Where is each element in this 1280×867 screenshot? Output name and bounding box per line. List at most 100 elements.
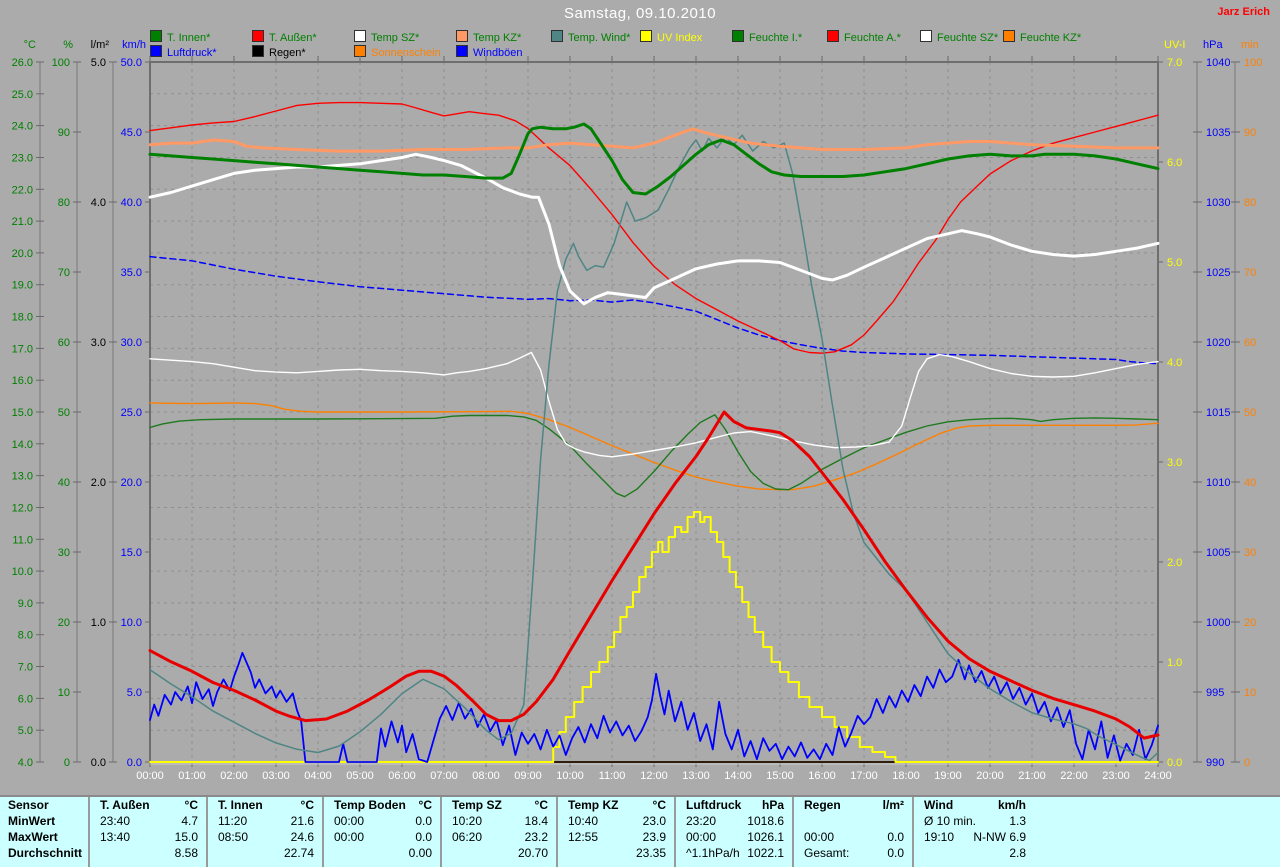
table-row-label: MaxWert: [8, 830, 58, 844]
sensor-unit: km/h: [997, 798, 1026, 812]
table-column-header: Temp Boden °C: [324, 797, 440, 813]
stat-time: 19:10: [924, 830, 955, 844]
table-row-labels: Sensor MinWert MaxWert Durchschnitt: [0, 797, 88, 867]
axis-tick-label: 6.0: [18, 693, 33, 705]
axis-uv: 7.0 6.0 5.0 4.0 3.0 2.0 1.0 0.0 UV-I: [1158, 39, 1185, 769]
stat-value: 23.35: [635, 846, 666, 860]
sensor-unit: l/m²: [882, 798, 904, 812]
axis-header: %: [63, 39, 73, 51]
axis-tick-label: 11.0: [12, 534, 33, 546]
stat-time: 06:20: [452, 830, 483, 844]
table-row: 00:00 0.0: [324, 829, 440, 845]
table-column-header: Temp KZ °C: [558, 797, 674, 813]
axis-pct: 1009080706050403020100%: [52, 39, 81, 769]
axis-tick-label: 5.0: [1167, 257, 1182, 269]
axis-tick-label: 1025: [1206, 267, 1230, 279]
sensor-unit: °C: [184, 798, 198, 812]
table-row: [794, 813, 912, 829]
axis-tick-label: 1.0: [1167, 657, 1182, 669]
axis-header: min: [1241, 39, 1259, 51]
axis-tick-label: 22.0: [12, 184, 33, 196]
sensor-name: T. Innen: [218, 798, 263, 812]
table-row: 12:55 23.9: [558, 829, 674, 845]
axis-tick-label: 20.0: [121, 477, 142, 489]
stat-value: N-NW 6.9: [973, 830, 1026, 844]
table-column-header: Luftdruck hPa: [676, 797, 792, 813]
sensor-unit: °C: [534, 798, 548, 812]
table-column-luftdruck: Luftdruck hPa 23:20 1018.6 00:00 1026.1 ^1.1hP…: [674, 797, 792, 867]
axis-tick-label: 17.0: [12, 343, 33, 355]
axis-tick-label: 18.0: [12, 312, 33, 324]
stat-time: 11:20: [218, 814, 248, 828]
stat-time: 00:00: [686, 830, 717, 844]
table-column-regen: Regen l/m² 00:00 0.0 Gesamt: 0.0: [792, 797, 912, 867]
axis-tick-label: 7.0: [18, 662, 33, 674]
axis-tick-label: 4.0: [18, 757, 33, 769]
stat-value: 0.0: [887, 830, 904, 844]
axis-tick-label: 100: [52, 57, 70, 69]
axis-tick-label: 26.0: [12, 57, 33, 69]
x-tick-label: 01:00: [178, 770, 206, 782]
table-column-temp-boden: Temp Boden °C 00:00 0.0 00:00 0.0 0.00: [322, 797, 440, 867]
axis-tick-label: 50.0: [121, 57, 142, 69]
axis-tick-label: 24.0: [12, 121, 33, 133]
x-tick-label: 10:00: [556, 770, 584, 782]
x-tick-label: 15:00: [766, 770, 794, 782]
stat-time: 10:40: [568, 814, 599, 828]
axis-tick-label: 40.0: [121, 197, 142, 209]
table-column-header: T. Außen °C: [90, 797, 206, 813]
axis-tick-label: 1005: [1206, 547, 1230, 559]
stat-time: 23:20: [686, 814, 717, 828]
stat-value: 4.7: [181, 814, 198, 828]
axis-header: l/m²: [91, 39, 110, 51]
sensor-unit: hPa: [761, 798, 784, 812]
stat-value: 0.0: [415, 814, 432, 828]
table-row: 8.58: [90, 845, 206, 861]
axis-tick-label: 13.0: [12, 471, 33, 483]
table-row: 23.35: [558, 845, 674, 861]
stat-value: 23.9: [642, 830, 666, 844]
stat-value: 1022.1: [747, 846, 784, 860]
table-row: 10:20 18.4: [442, 813, 556, 829]
table-column-header: Temp SZ °C: [442, 797, 556, 813]
table-row: ^1.1hPa/h 1022.1: [676, 845, 792, 861]
x-tick-label: 09:00: [514, 770, 542, 782]
axis-kmh: 50.0 45.0 40.0 35.0 30.0 25.0 20.0 15.0 10.0 5.0 0…: [121, 39, 150, 769]
axis-tick-label: 100: [1244, 57, 1262, 69]
axis-tick-label: 9.0: [18, 598, 33, 610]
stat-value: 23.2: [524, 830, 548, 844]
sensor-unit: °C: [652, 798, 666, 812]
axis-tick-label: 1000: [1206, 617, 1230, 629]
axis-tick-label: 1040: [1206, 57, 1230, 69]
x-tick-label: 19:00: [934, 770, 962, 782]
axis-header: hPa: [1203, 39, 1223, 51]
stat-value: 22.74: [283, 846, 314, 860]
x-tick-label: 24:00: [1144, 770, 1172, 782]
table-column-header: T. Innen °C: [208, 797, 322, 813]
stat-time: 10:20: [452, 814, 483, 828]
table-row: 19:10 N-NW 6.9: [914, 829, 1034, 845]
table-row: 22.74: [208, 845, 322, 861]
axis-tick-label: 20.0: [12, 248, 33, 260]
sensor-name: Temp KZ: [568, 798, 619, 812]
x-tick-label: 11:00: [599, 770, 626, 782]
axis-tick-label: 2.0: [1167, 557, 1182, 569]
x-tick-label: 21:00: [1018, 770, 1046, 782]
stat-value: 21.6: [290, 814, 314, 828]
sensor-name: Temp Boden: [334, 798, 406, 812]
table-row-label: MinWert: [8, 814, 56, 828]
stat-time: Gesamt:: [804, 846, 850, 860]
x-tick-label: 05:00: [346, 770, 374, 782]
axis-tick-label: 15.0: [121, 547, 142, 559]
table-row-label: Durchschnitt: [8, 846, 83, 860]
stat-value: 24.6: [290, 830, 314, 844]
table-column-header: Regen l/m²: [794, 797, 912, 813]
axis-tick-label: 19.0: [12, 280, 33, 292]
axis-tick-label: 1020: [1206, 337, 1230, 349]
table-filler: [1034, 797, 1280, 867]
sensor-unit: °C: [300, 798, 314, 812]
axis-header: °C: [24, 39, 36, 51]
axis-tick-label: 1030: [1206, 197, 1230, 209]
axis-min: 1009080706050403020100min: [1231, 39, 1262, 769]
axis-tick-label: 3.0: [91, 337, 106, 349]
